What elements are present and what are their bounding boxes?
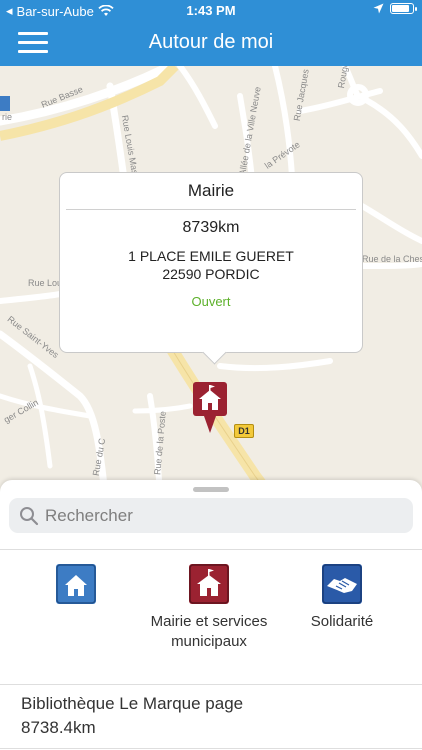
map-callout[interactable]: Mairie 8739km 1 PLACE EMILE GUERET 22590… bbox=[59, 172, 363, 353]
road-badge-d1: D1 bbox=[234, 424, 254, 438]
home-icon bbox=[56, 564, 96, 604]
category-town-hall[interactable]: Mairie et services municipaux bbox=[139, 564, 279, 652]
status-bar: ◂ Bar-sur-Aube 1:43 PM bbox=[0, 0, 422, 20]
search-bar[interactable] bbox=[9, 498, 413, 533]
callout-address-line1: 1 PLACE EMILE GUERET bbox=[128, 248, 294, 264]
category-label: Mairie et services municipaux bbox=[150, 613, 268, 650]
category-home[interactable] bbox=[6, 564, 146, 612]
search-icon bbox=[20, 507, 39, 526]
divider bbox=[0, 549, 422, 550]
callout-title: Mairie bbox=[187, 181, 235, 200]
bottom-sheet: Mairie et services municipaux Solidarité… bbox=[0, 480, 422, 750]
list-item[interactable]: Bibliothèque Le Marque page 8738.4km bbox=[0, 685, 422, 747]
divider bbox=[0, 748, 422, 749]
callout-open-status: Ouvert bbox=[191, 294, 231, 309]
callout-distance: 8739km bbox=[182, 219, 240, 236]
location-arrow-icon bbox=[373, 3, 384, 14]
road-label: Rue Lou bbox=[28, 278, 63, 288]
navigation-bar: Autour de moi bbox=[0, 20, 422, 66]
town-hall-icon bbox=[189, 564, 229, 604]
town-hall-marker[interactable] bbox=[192, 381, 228, 433]
page-title: Autour de moi bbox=[148, 31, 274, 53]
road-label: Rue de la Chesnai bbox=[362, 254, 422, 264]
battery-icon bbox=[390, 3, 417, 14]
search-input[interactable] bbox=[45, 498, 405, 533]
callout-divider bbox=[66, 209, 356, 210]
town-hall-icon bbox=[193, 382, 227, 433]
callout-address-line2: 22590 PORDIC bbox=[162, 266, 260, 282]
list-item-name: Bibliothèque Le Marque page bbox=[21, 694, 244, 713]
list-item-distance: 8738.4km bbox=[21, 718, 96, 737]
sheet-drag-handle[interactable] bbox=[193, 487, 229, 492]
clock: 1:43 PM bbox=[186, 3, 236, 18]
road-label: rie bbox=[2, 112, 13, 122]
handshake-icon bbox=[322, 564, 362, 604]
category-label: Solidarité bbox=[310, 613, 374, 630]
category-solidarity[interactable]: Solidarité bbox=[272, 564, 412, 632]
